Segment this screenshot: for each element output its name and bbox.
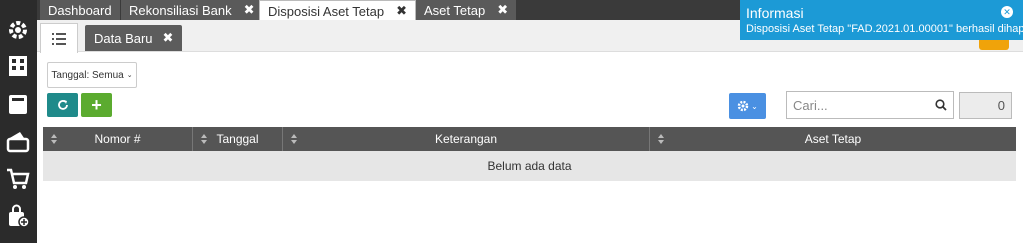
close-icon[interactable]: ✖ — [244, 2, 255, 18]
sidebar — [0, 0, 37, 243]
sort-icon[interactable] — [658, 134, 664, 144]
tab-disposisi-aset-tetap[interactable]: Disposisi Aset Tetap ✖ — [259, 0, 417, 21]
column-label: Nomor # — [94, 132, 141, 146]
date-filter-label: Tanggal: Semua — [51, 69, 124, 81]
notification-message: Disposisi Aset Tetap "FAD.2021.01.00001"… — [746, 23, 1023, 35]
orange-indicator — [979, 40, 1009, 50]
notification-toast: Informasi ✕ Disposisi Aset Tetap "FAD.20… — [740, 0, 1023, 40]
list-view-tab[interactable] — [40, 23, 78, 53]
chevron-down-icon: ⌄ — [126, 72, 133, 79]
close-icon[interactable]: ✕ — [1001, 6, 1013, 18]
settings-dropdown-button[interactable]: ⌄ — [729, 93, 766, 119]
search-icon[interactable] — [935, 99, 947, 111]
empty-state-row: Belum ada data — [43, 151, 1016, 181]
chevron-down-icon: ⌄ — [751, 101, 758, 111]
gear-icon[interactable] — [5, 17, 31, 43]
close-icon[interactable]: ✖ — [396, 3, 407, 19]
tab-label: Data Baru — [94, 30, 153, 46]
data-table: Nomor # Tanggal Keterangan Aset Tetap Be… — [43, 127, 1016, 181]
refresh-icon — [57, 100, 68, 110]
column-label: Keterangan — [434, 132, 498, 146]
column-label: Tanggal — [216, 132, 259, 146]
sort-icon[interactable] — [51, 134, 57, 144]
bag-add-icon[interactable] — [5, 203, 31, 229]
tab-data-baru[interactable]: Data Baru ✖ — [85, 25, 183, 51]
column-header-tanggal[interactable]: Tanggal — [193, 127, 283, 151]
add-button[interactable]: + — [81, 93, 112, 117]
refresh-button[interactable] — [47, 93, 78, 117]
sort-icon[interactable] — [201, 134, 207, 144]
sort-icon[interactable] — [291, 134, 297, 144]
list-icon — [52, 32, 66, 45]
tab-label: Disposisi Aset Tetap — [268, 3, 385, 19]
search-input[interactable] — [793, 97, 933, 113]
tab-rekonsiliasi-bank[interactable]: Rekonsiliasi Bank ✖ — [121, 0, 264, 20]
tab-aset-tetap[interactable]: Aset Tetap ✖ — [416, 0, 518, 20]
tab-label: Rekonsiliasi Bank — [129, 2, 232, 18]
column-header-nomor[interactable]: Nomor # — [43, 127, 193, 151]
main-content: Tanggal: Semua ⌄ + ⌄ 0 Nomor # Tangg — [37, 53, 1023, 243]
cart-icon[interactable] — [5, 166, 31, 192]
column-header-keterangan[interactable]: Keterangan — [283, 127, 650, 151]
notification-title: Informasi — [746, 5, 804, 21]
close-icon[interactable]: ✖ — [163, 30, 174, 46]
tab-label: Aset Tetap — [424, 2, 486, 18]
tab-label: Dashboard — [48, 2, 112, 18]
plus-icon: + — [91, 94, 102, 115]
building-icon[interactable] — [5, 53, 31, 79]
wallet-icon[interactable] — [5, 128, 31, 154]
search-box[interactable] — [786, 91, 954, 119]
column-label: Aset Tetap — [804, 132, 862, 146]
column-header-aset-tetap[interactable]: Aset Tetap — [650, 127, 1016, 151]
record-count: 0 — [959, 92, 1012, 119]
table-header: Nomor # Tanggal Keterangan Aset Tetap — [43, 127, 1016, 151]
tab-dashboard[interactable]: Dashboard — [40, 0, 121, 20]
date-filter-dropdown[interactable]: Tanggal: Semua ⌄ — [47, 62, 137, 88]
gear-icon — [737, 100, 749, 112]
close-icon[interactable]: ✖ — [497, 2, 508, 18]
calculator-icon[interactable] — [5, 91, 31, 117]
